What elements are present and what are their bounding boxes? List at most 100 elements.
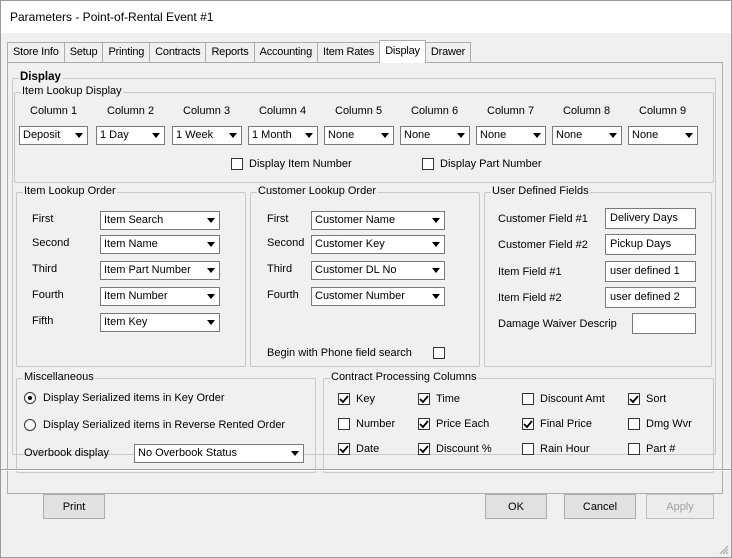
user-defined-field-input-1[interactable]: Delivery Days	[605, 208, 696, 229]
column-5-select-value: None	[328, 129, 355, 141]
resize-grip-icon[interactable]	[717, 543, 729, 555]
chevron-down-icon	[428, 289, 443, 304]
chevron-down-icon	[301, 128, 316, 143]
cpc-time-label: Time	[436, 393, 461, 405]
column-4-select[interactable]: 1 Month	[248, 126, 318, 145]
column-1-label: Column 1	[30, 105, 78, 117]
bottom-separator	[1, 469, 731, 471]
tab-setup[interactable]: Setup	[63, 42, 104, 62]
title-bar: Parameters - Point-of-Rental Event #1	[0, 0, 732, 33]
user-defined-field-input-4[interactable]: user defined 2	[605, 287, 696, 308]
cpc-price-each-label: Price Each	[436, 418, 490, 430]
cpc-dmg-wvr-checkbox[interactable]: Dmg Wvr	[628, 418, 692, 430]
phone-search-label: Begin with Phone field search	[267, 347, 412, 359]
customer-lookup-order-select-1-value: Customer Name	[315, 214, 396, 226]
customer-lookup-order-label-2: Second	[267, 237, 305, 249]
cpc-discount-pct-checkbox[interactable]: Discount %	[418, 443, 492, 455]
column-8-select[interactable]: None	[552, 126, 622, 145]
column-4-select-value: 1 Month	[252, 129, 292, 141]
user-defined-field-input-5[interactable]	[632, 313, 696, 334]
item-lookup-order-select-2[interactable]: Item Name	[100, 235, 220, 254]
radio-key-order[interactable]: Display Serialized items in Key Order	[24, 392, 225, 404]
cpc-part-num-box	[628, 443, 640, 455]
tab-display[interactable]: Display	[379, 40, 426, 63]
cpc-dmg-wvr-label: Dmg Wvr	[646, 418, 692, 430]
cpc-part-num-checkbox[interactable]: Part #	[628, 443, 675, 455]
chevron-down-icon	[203, 289, 218, 304]
ok-button[interactable]: OK	[485, 494, 547, 519]
cpc-sort-label: Sort	[646, 393, 667, 405]
chevron-down-icon	[203, 263, 218, 278]
cpc-key-checkbox[interactable]: Key	[338, 393, 375, 405]
contract-processing-columns-legend: Contract Processing Columns	[330, 371, 478, 383]
tab-reports[interactable]: Reports	[205, 42, 255, 62]
customer-lookup-order-select-4[interactable]: Customer Number	[311, 287, 445, 306]
user-defined-field-label-5: Damage Waiver Descrip	[498, 318, 617, 330]
cpc-final-price-label: Final Price	[540, 418, 592, 430]
column-9-select[interactable]: None	[628, 126, 698, 145]
customer-lookup-order-select-4-value: Customer Number	[315, 290, 405, 302]
cpc-number-checkbox[interactable]: Number	[338, 418, 395, 430]
user-defined-field-input-3[interactable]: user defined 1	[605, 261, 696, 282]
item-lookup-order-select-2-value: Item Name	[104, 238, 158, 250]
tab-store-info[interactable]: Store Info	[7, 42, 65, 62]
tab-drawer[interactable]: Drawer	[424, 42, 472, 62]
cpc-number-label: Number	[356, 418, 396, 430]
item-lookup-order-select-4-value: Item Number	[104, 290, 168, 302]
cancel-button[interactable]: Cancel	[564, 494, 636, 519]
column-2-select-value: 1 Day	[100, 129, 129, 141]
cpc-rain-hour-checkbox[interactable]: Rain Hour	[522, 443, 590, 455]
column-6-label: Column 6	[411, 105, 459, 117]
item-lookup-order-select-5[interactable]: Item Key	[100, 313, 220, 332]
item-lookup-order-label-4: Fourth	[32, 289, 64, 301]
cpc-price-each-checkbox[interactable]: Price Each	[418, 418, 489, 430]
item-lookup-order-select-1[interactable]: Item Search	[100, 211, 220, 230]
overbook-display-select[interactable]: No Overbook Status	[134, 444, 304, 463]
item-lookup-order-label-1: First	[32, 213, 54, 225]
print-button[interactable]: Print	[43, 494, 105, 519]
column-6-select[interactable]: None	[400, 126, 470, 145]
column-1-select[interactable]: Deposit	[19, 126, 88, 145]
chevron-down-icon	[203, 237, 218, 252]
item-lookup-order-select-4[interactable]: Item Number	[100, 287, 220, 306]
column-3-select[interactable]: 1 Week	[172, 126, 242, 145]
column-7-label: Column 7	[487, 105, 535, 117]
chevron-down-icon	[71, 128, 86, 143]
cpc-discount-amt-label: Discount Amt	[540, 393, 605, 405]
phone-search-checkbox[interactable]	[433, 347, 451, 359]
customer-lookup-order-select-3[interactable]: Customer DL No	[311, 261, 445, 280]
display-item-number-box	[231, 158, 243, 170]
chevron-down-icon	[225, 128, 240, 143]
cpc-final-price-checkbox[interactable]: Final Price	[522, 418, 592, 430]
cpc-date-checkbox[interactable]: Date	[338, 443, 379, 455]
column-7-select[interactable]: None	[476, 126, 546, 145]
radio-selected-dot-icon	[28, 396, 32, 400]
apply-button[interactable]: Apply	[646, 494, 714, 519]
column-5-select[interactable]: None	[324, 126, 394, 145]
column-4-label: Column 4	[259, 105, 307, 117]
tab-strip: Store Info Setup Printing Contracts Repo…	[7, 40, 472, 63]
tab-item-rates[interactable]: Item Rates	[317, 42, 381, 62]
tab-accounting[interactable]: Accounting	[253, 42, 318, 62]
tab-contracts[interactable]: Contracts	[149, 42, 207, 62]
customer-lookup-order-legend: Customer Lookup Order	[257, 185, 377, 197]
user-defined-field-input-2[interactable]: Pickup Days	[605, 234, 696, 255]
column-9-select-value: None	[632, 129, 659, 141]
cpc-discount-pct-box	[418, 443, 430, 455]
customer-lookup-order-select-2[interactable]: Customer Key	[311, 235, 445, 254]
radio-reverse-rented-order[interactable]: Display Serialized items in Reverse Rent…	[24, 419, 285, 431]
display-item-number-checkbox[interactable]: Display Item Number	[231, 158, 352, 170]
item-lookup-order-label-2: Second	[32, 237, 70, 249]
cpc-time-checkbox[interactable]: Time	[418, 393, 460, 405]
window-title: Parameters - Point-of-Rental Event #1	[10, 10, 214, 24]
display-part-number-checkbox[interactable]: Display Part Number	[422, 158, 541, 170]
column-2-select[interactable]: 1 Day	[96, 126, 165, 145]
display-part-number-label: Display Part Number	[440, 158, 542, 170]
cpc-sort-checkbox[interactable]: Sort	[628, 393, 666, 405]
cpc-discount-amt-checkbox[interactable]: Discount Amt	[522, 393, 605, 405]
phone-search-box	[433, 347, 445, 359]
customer-lookup-order-label-3: Third	[267, 263, 293, 275]
item-lookup-order-select-3[interactable]: Item Part Number	[100, 261, 220, 280]
customer-lookup-order-select-1[interactable]: Customer Name	[311, 211, 445, 230]
tab-printing[interactable]: Printing	[102, 42, 151, 62]
